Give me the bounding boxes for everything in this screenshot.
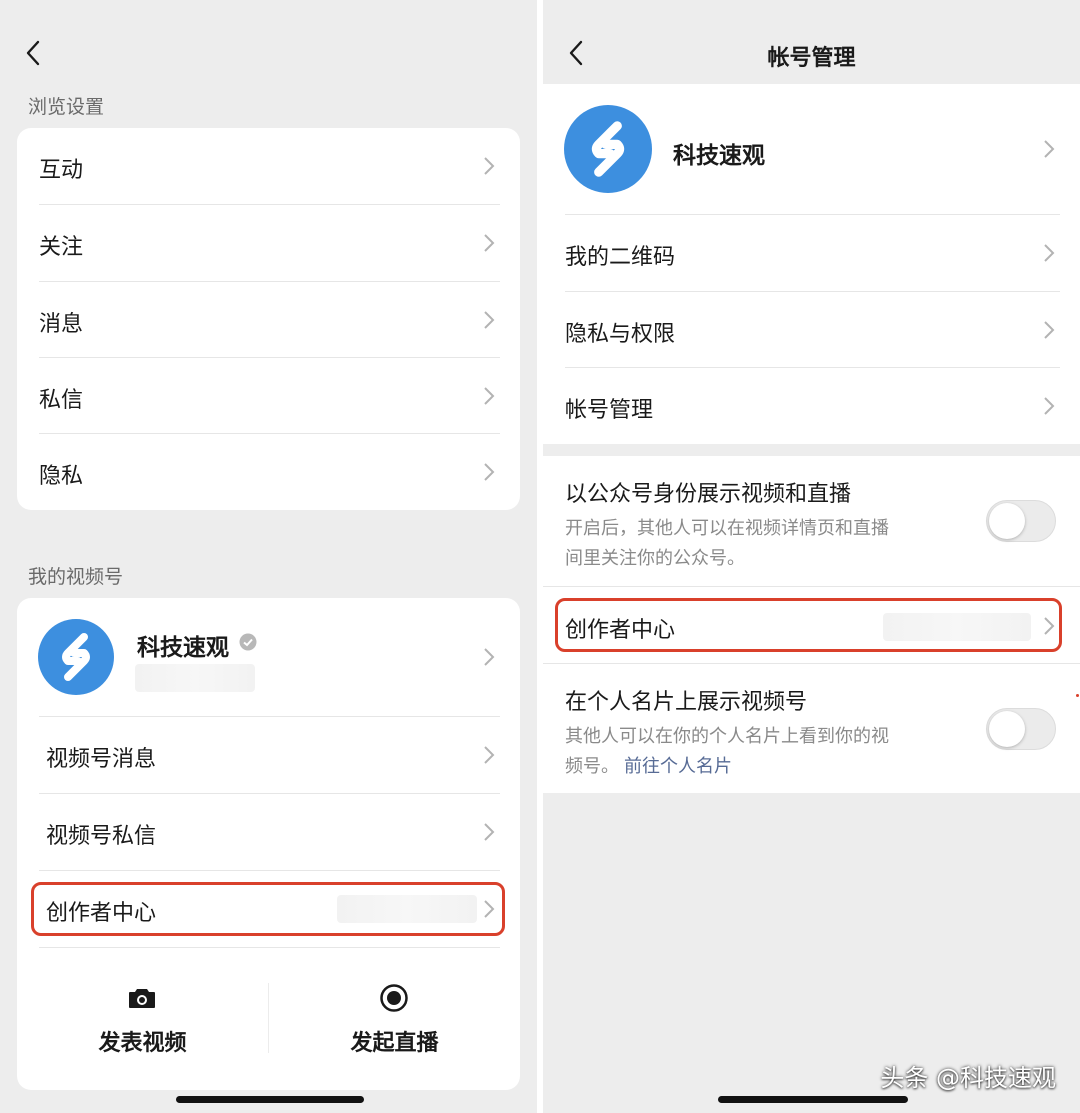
qr-code-row[interactable]: 我的二维码 [543,215,1080,291]
official-account-toggle[interactable] [986,500,1056,542]
settings-item-privacy[interactable]: 隐私 [17,434,520,510]
verified-badge-icon [239,633,257,651]
channel-item-label: 视频号私信 [46,824,157,849]
official-account-toggle-row: 以公众号身份展示视频和直播 开启后，其他人可以在视频详情页和直播 间里关注你的公… [543,456,1080,586]
chevron-right-icon [1044,244,1055,262]
account-management-row[interactable]: 帐号管理 [543,368,1080,444]
home-indicator [718,1096,908,1103]
post-video-button[interactable]: 发表视频 [17,963,268,1073]
settings-item-label: 私信 [39,388,84,413]
channel-name: 科技速观 [137,635,229,661]
creator-center-row[interactable]: 创作者中心 [543,587,1080,663]
chevron-right-icon [1044,617,1055,635]
account-management-label: 帐号管理 [565,398,654,423]
profile-row[interactable]: 科技速观 [543,84,1080,214]
business-card-toggle-desc-prefix: 频号。 [565,756,619,777]
profile-avatar [564,105,652,193]
page-title: 帐号管理 [767,46,856,71]
red-dot-marker [1076,694,1079,697]
chevron-right-icon [484,900,495,918]
chevron-right-icon [1044,321,1055,339]
toggle-knob [989,711,1025,747]
creator-center-label: 创作者中心 [565,618,676,643]
business-card-toggle-title: 在个人名片上展示视频号 [565,690,808,715]
qr-code-label: 我的二维码 [565,245,676,270]
chevron-right-icon [484,463,495,481]
channel-item-direct-messages[interactable]: 视频号私信 [17,794,520,870]
settings-item-direct-messages[interactable]: 私信 [17,358,520,434]
camera-icon [129,989,155,1008]
settings-item-follow[interactable]: 关注 [17,205,520,281]
blurred-value [337,895,477,923]
my-channel-card: 科技速观 视频号消息 视频号私信 创作者中心 发表视频 发起直播 [17,598,520,1090]
business-card-toggle-desc: 其他人可以在你的个人名片上看到你的视 [565,726,889,747]
back-arrow-icon[interactable] [20,38,50,68]
home-indicator [176,1096,364,1103]
privacy-permissions-label: 隐私与权限 [565,322,676,347]
blurred-channel-id [135,664,255,692]
start-live-label: 发起直播 [350,1031,439,1056]
channel-avatar [38,619,114,695]
browse-settings-heading: 浏览设置 [28,96,105,118]
settings-item-label: 消息 [39,312,84,337]
start-live-button[interactable]: 发起直播 [269,963,520,1073]
channel-display-group: 以公众号身份展示视频和直播 开启后，其他人可以在视频详情页和直播 间里关注你的公… [543,456,1080,793]
settings-item-messages[interactable]: 消息 [17,282,520,358]
privacy-permissions-row[interactable]: 隐私与权限 [543,292,1080,368]
channel-profile-row[interactable]: 科技速观 [17,598,520,716]
chevron-right-icon [484,311,495,329]
channel-item-creator-center[interactable]: 创作者中心 [17,871,520,947]
account-group: 科技速观 我的二维码 隐私与权限 帐号管理 [543,84,1080,444]
channel-item-messages[interactable]: 视频号消息 [17,717,520,793]
official-account-toggle-desc: 开启后，其他人可以在视频详情页和直播 [565,518,889,539]
right-screen: 帐号管理 科技速观 我的二维码 隐私与权限 帐号管理 以公众号身份展示视频和直播… [543,0,1080,1113]
divider [39,947,500,948]
browse-settings-card: 互动 关注 消息 私信 隐私 [17,128,520,510]
channel-item-label: 视频号消息 [46,747,157,772]
channel-item-label: 创作者中心 [46,901,157,926]
business-card-toggle[interactable] [986,708,1056,750]
profile-name: 科技速观 [673,143,765,169]
toggle-knob [989,503,1025,539]
blurred-value [883,613,1031,641]
channel-logo-icon [62,633,90,681]
chevron-right-icon [484,746,495,764]
chevron-right-icon [484,648,495,666]
channel-logo-icon [591,121,625,177]
settings-item-interaction[interactable]: 互动 [17,128,520,204]
my-channel-heading: 我的视频号 [28,566,124,588]
settings-item-label: 互动 [39,158,84,183]
settings-item-label: 关注 [39,235,84,260]
settings-item-label: 隐私 [39,464,84,489]
chevron-right-icon [1044,140,1055,158]
left-screen: 浏览设置 互动 关注 消息 私信 隐私 我的视频号 科技速观 视频号消息 视频号… [0,0,537,1113]
business-card-toggle-row: 在个人名片上展示视频号 其他人可以在你的个人名片上看到你的视 频号。 前往个人名… [543,664,1080,793]
chevron-right-icon [1044,397,1055,415]
watermark: 头条 @科技速观 [880,1064,1056,1092]
live-record-icon [380,984,408,1012]
chevron-right-icon [484,387,495,405]
go-to-business-card-link[interactable]: 前往个人名片 [624,752,732,778]
post-video-label: 发表视频 [98,1031,187,1056]
chevron-right-icon [484,157,495,175]
official-account-toggle-desc: 间里关注你的公众号。 [565,548,745,569]
chevron-right-icon [484,234,495,252]
official-account-toggle-title: 以公众号身份展示视频和直播 [565,482,852,507]
chevron-right-icon [484,823,495,841]
